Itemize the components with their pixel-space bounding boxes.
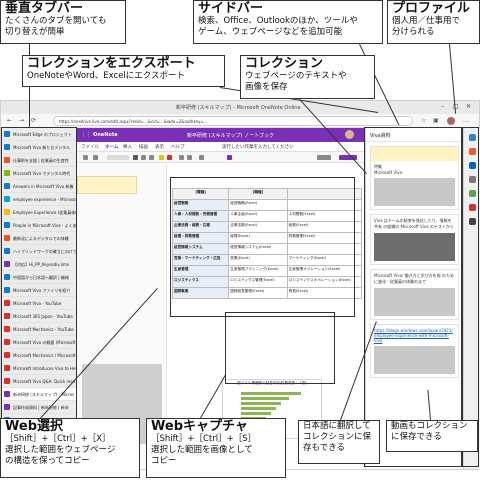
callout-sidebar: サイドバー 検索、Office、Outlookのほか、ツールや ゲーム、ウェブペ…: [193, 0, 383, 44]
chart-bar: [241, 402, 281, 405]
address-bar-row: ← → ⟳ https://onedrive.live.com/edit.asp…: [1, 114, 479, 128]
user-avatar[interactable]: [345, 130, 354, 139]
callout-video: 動画もコレクション に保存できる: [386, 420, 478, 452]
callout-desc: OneNoteやWord、Excelにエクスポート: [27, 71, 186, 81]
callout-desc: コレクションに保: [303, 432, 372, 442]
frame-collections: [364, 127, 462, 467]
refresh-icon[interactable]: ⟳: [31, 117, 36, 124]
callout-collection: コレクション ウェブページのテキストや 画像を保存: [240, 55, 375, 99]
underline-icon[interactable]: [149, 155, 154, 160]
callout-desc: 検索、Office、Outlookのほか、ツールや: [198, 16, 358, 26]
callout-title: Web選択: [5, 419, 63, 434]
clipboard-icon[interactable]: [93, 155, 98, 160]
callout-desc: ［Shift］+［Ctrl］+［S］: [151, 434, 257, 444]
onenote-header: ⋮⋮ OneNote 新卒研修 (スキルマップ) ノートブック: [77, 128, 365, 142]
frame-web-select: [170, 177, 355, 317]
callout-title: Webキャプチャ: [151, 419, 248, 434]
callout-desc: 動画もコレクション: [391, 421, 468, 431]
tag-icon[interactable]: [227, 155, 232, 160]
app-name: OneNote: [93, 132, 118, 138]
callout-web-capture: Webキャプチャ ［Shift］+［Ctrl］+［S］ 選択した範囲を画像として…: [146, 418, 286, 478]
highlight-icon[interactable]: [159, 155, 164, 160]
callout-title: プロファイル: [392, 1, 471, 16]
callout-desc: 日本語に翻訳して: [303, 421, 371, 431]
tab-view[interactable]: 表示: [155, 144, 164, 150]
callout-desc: 個人用／仕事用で: [392, 16, 461, 26]
chart-bar: [241, 407, 276, 410]
callout-desc: 存もできる: [303, 443, 345, 453]
callout-desc: ウェブページのテキストや: [245, 71, 347, 81]
font-select[interactable]: [107, 155, 129, 160]
frame-vertical-tabs: [1, 127, 77, 467]
callout-desc: コピー: [151, 456, 177, 466]
tab-insert[interactable]: 挿入: [123, 144, 132, 150]
tell-me-box[interactable]: 実行したい作業を入力してください: [222, 144, 294, 150]
callout-desc: の構造を保ってコピー: [5, 456, 90, 466]
callout-translate: 日本語に翻訳して コレクションに保 存もできる: [298, 420, 380, 464]
title-bar: 新卒研修 (スキルマップ) - Microsoft OneNote Online…: [1, 101, 479, 114]
numbering-icon[interactable]: [187, 155, 192, 160]
collections-icon[interactable]: ▣: [433, 117, 439, 124]
indent-icon[interactable]: [199, 155, 204, 160]
ribbon-toolbar: [77, 152, 365, 163]
callout-title: コレクションをエクスポート: [27, 56, 196, 71]
minimize-icon[interactable]: –: [441, 103, 444, 110]
back-icon[interactable]: ←: [7, 117, 12, 124]
ribbon-tabs: ファイル ホーム 挿入 描画 表示 ヘルプ 実行したい作業を入力してください: [77, 142, 365, 152]
profile-avatar[interactable]: [447, 117, 455, 125]
bold-icon[interactable]: [133, 155, 138, 160]
chart-bar: [241, 397, 289, 400]
favorites-icon[interactable]: ☆: [421, 117, 426, 124]
tab-draw[interactable]: 描画: [139, 144, 148, 150]
callout-title: サイドバー: [198, 1, 264, 16]
highlight-note: [77, 176, 137, 194]
italic-icon[interactable]: [141, 155, 146, 160]
bullets-icon[interactable]: [179, 155, 184, 160]
callout-desc: たくさんのタブを開いても: [5, 16, 107, 26]
more-icon[interactable]: …: [463, 117, 469, 124]
font-color-icon[interactable]: [167, 155, 172, 160]
callout-desc: に保存できる: [391, 432, 442, 442]
callout-desc: 選択した範囲を画像として: [151, 445, 253, 455]
frame-web-capture: [225, 312, 335, 384]
tab-help[interactable]: ヘルプ: [171, 144, 185, 150]
callout-title: 垂直タブバー: [5, 1, 84, 16]
undo-icon[interactable]: [83, 155, 88, 160]
callout-desc: 画像を保存: [245, 82, 288, 92]
chart-bar: [241, 392, 301, 395]
callout-profile: プロファイル 個人用／仕事用で 分けられる: [387, 0, 480, 44]
url-field[interactable]: https://onedrive.live.com/edit.aspx?resi…: [53, 116, 413, 126]
callout-vertical-tabs: 垂直タブバー たくさんのタブを開いても 切り替えが簡単: [0, 0, 126, 44]
app-launcher-icon[interactable]: ⋮⋮: [81, 132, 91, 138]
callout-desc: ［Shift］+［Ctrl］+［X］: [5, 434, 111, 444]
callout-title: コレクション: [245, 56, 324, 71]
editing-mode-button[interactable]: [317, 155, 331, 160]
callout-desc: 選択した範囲をウェブページ: [5, 445, 116, 455]
tab-home[interactable]: ホーム: [105, 144, 118, 150]
document-title: 新卒研修 (スキルマップ) ノートブック: [187, 133, 275, 139]
callout-export: コレクションをエクスポート OneNoteやWord、Excelにエクスポート: [22, 55, 225, 87]
window-title: 新卒研修 (スキルマップ) - Microsoft OneNote Online: [176, 105, 301, 111]
chart-bar: [241, 412, 271, 415]
callout-desc: ゲーム、ウェブページなどを追加可能: [198, 27, 343, 37]
frame-sidebar: [462, 127, 479, 467]
callout-web-select: Web選択 ［Shift］+［Ctrl］+［X］ 選択した範囲をウェブページ の…: [0, 418, 140, 478]
callout-desc: 分けられる: [392, 27, 435, 37]
close-icon[interactable]: ✕: [466, 103, 471, 110]
forward-icon[interactable]: →: [19, 117, 24, 124]
callout-desc: 切り替えが簡単: [5, 27, 65, 37]
tab-file[interactable]: ファイル: [81, 144, 99, 150]
